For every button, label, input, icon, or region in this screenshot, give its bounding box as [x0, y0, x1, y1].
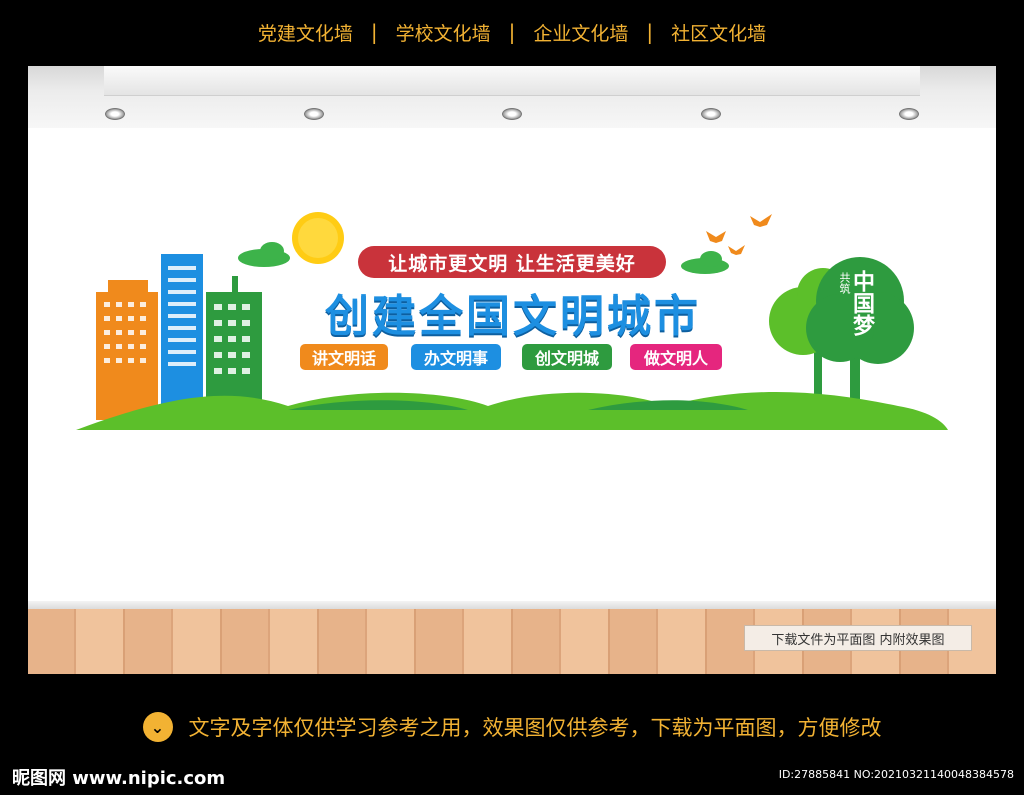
cloud-icon — [238, 242, 290, 267]
birds-icon — [706, 214, 772, 255]
main-title: 创建全国文明城市 — [325, 291, 701, 342]
slogan-banner: 让城市更文明 让生活更美好 — [358, 246, 666, 278]
tag-speak: 讲文明话 — [300, 344, 388, 370]
hills-icon — [76, 392, 948, 430]
room-preview: 让城市更文明 让生活更美好 创建全国文明城市 讲文明话 办文明事 创文明城 做文… — [28, 66, 996, 674]
sun-icon — [292, 212, 344, 264]
bottom-note-text: 文字及字体仅供学习参考之用，效果图仅供参考，下载为平面图，方便修改 — [188, 716, 882, 740]
tag-act: 办文明事 — [411, 344, 501, 370]
tag-create: 创文明城 — [522, 344, 612, 370]
nav-community[interactable]: 社区文化墙 — [653, 19, 784, 46]
cloud-icon — [681, 251, 729, 274]
preview-note: 下载文件为平面图 内附效果图 — [744, 625, 972, 651]
watermark-logo: 昵图网 www.nipic.com — [12, 768, 226, 789]
top-nav: 党建文化墙 | 学校文化墙 | 企业文化墙 | 社区文化墙 — [0, 0, 1024, 64]
nav-enterprise[interactable]: 企业文化墙 — [515, 19, 646, 46]
nav-school[interactable]: 学校文化墙 — [378, 19, 509, 46]
watermark-id: ID:27885841 NO:20210321140048384578 — [778, 768, 1014, 781]
nav-party[interactable]: 党建文化墙 — [240, 19, 371, 46]
buildings-icon — [96, 254, 262, 420]
bottom-note: ⌄ 文字及字体仅供学习参考之用，效果图仅供参考，下载为平面图，方便修改 — [0, 702, 1024, 752]
nav-separator: | — [646, 20, 654, 44]
tag-be: 做文明人 — [630, 344, 722, 370]
chevron-down-icon: ⌄ — [142, 712, 173, 742]
tree-text-big: 中国梦 — [849, 270, 874, 336]
nav-separator: | — [508, 20, 516, 44]
nav-separator: | — [370, 20, 378, 44]
